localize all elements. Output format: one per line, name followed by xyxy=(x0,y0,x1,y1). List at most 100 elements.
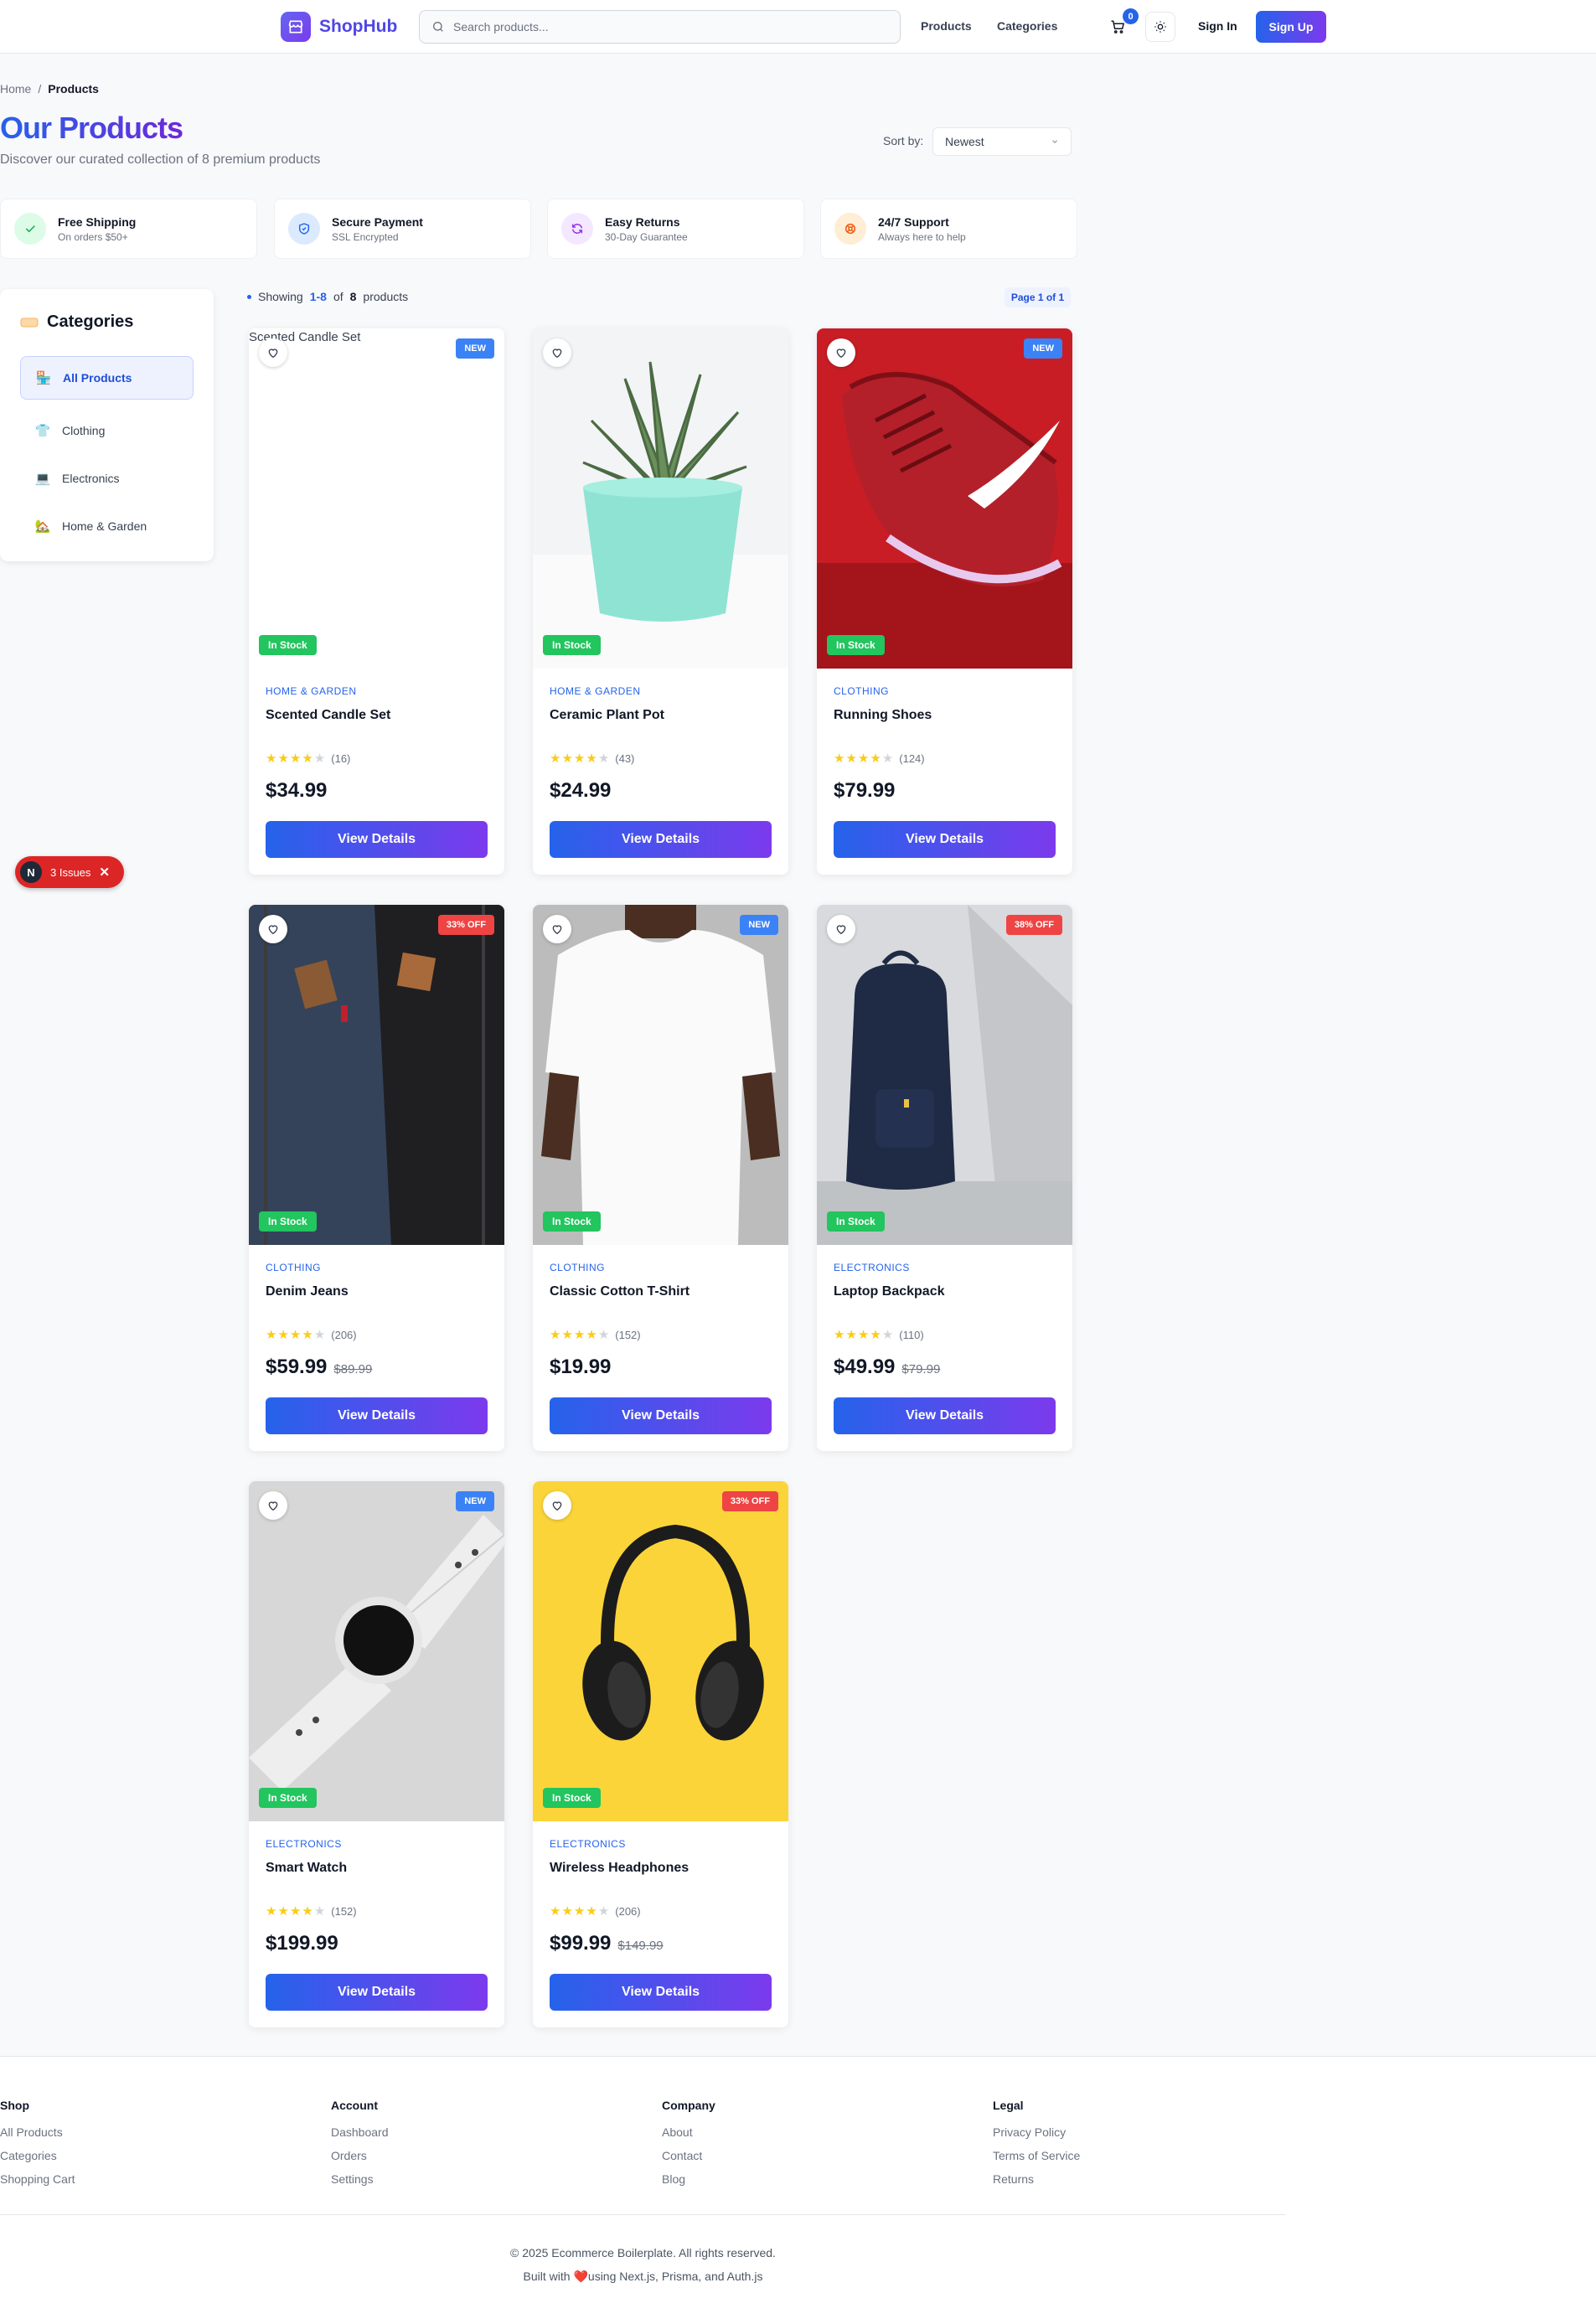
product-card-wireless-headphones[interactable]: 33% OFF In Stock ELECTRONICS Wireless He… xyxy=(533,1481,788,2027)
review-count: (43) xyxy=(615,752,635,765)
brand-logo[interactable]: ShopHub xyxy=(281,12,397,42)
heart-icon xyxy=(268,925,278,935)
footer-link-dashboard[interactable]: Dashboard xyxy=(331,2125,389,2139)
category-item-electronics[interactable]: 💻 Electronics xyxy=(20,457,194,500)
search-bar[interactable] xyxy=(419,10,901,44)
star-icon: ★ xyxy=(881,751,894,766)
product-name[interactable]: Wireless Headphones xyxy=(550,1861,689,1876)
star-icon: ★ xyxy=(561,1328,573,1342)
sign-in-link[interactable]: Sign In xyxy=(1198,19,1237,33)
footer-link-categories[interactable]: Categories xyxy=(0,2149,75,2162)
wishlist-button[interactable] xyxy=(259,338,287,367)
dev-issues-indicator[interactable]: N 3 Issues ✕ xyxy=(15,856,124,888)
view-details-button[interactable]: View Details xyxy=(550,1397,772,1434)
stock-badge: In Stock xyxy=(543,1211,601,1232)
view-details-button[interactable]: View Details xyxy=(550,1974,772,2011)
footer-link-shopping-cart[interactable]: Shopping Cart xyxy=(0,2172,75,2186)
stock-badge: In Stock xyxy=(827,1211,885,1232)
theme-toggle-button[interactable] xyxy=(1145,12,1175,42)
product-image[interactable]: 38% OFF In Stock xyxy=(817,905,1072,1245)
view-details-button[interactable]: View Details xyxy=(834,1397,1056,1434)
breadcrumb-current: Products xyxy=(48,82,99,96)
footer-link-terms-of-service[interactable]: Terms of Service xyxy=(993,2149,1080,2162)
view-details-button[interactable]: View Details xyxy=(550,821,772,858)
shopping-cart-icon xyxy=(1111,20,1125,34)
review-count: (206) xyxy=(615,1905,641,1918)
footer-link-all-products[interactable]: All Products xyxy=(0,2125,75,2139)
product-image[interactable]: NEW In Stock xyxy=(533,905,788,1245)
product-image[interactable]: 33% OFF In Stock xyxy=(249,905,504,1245)
footer-column: Account Dashboard Orders Settings xyxy=(331,2099,389,2196)
nav-categories[interactable]: Categories xyxy=(997,19,1057,33)
star-icon: ★ xyxy=(870,751,881,766)
product-name[interactable]: Classic Cotton T-Shirt xyxy=(550,1284,690,1299)
product-category: HOME & GARDEN xyxy=(550,685,641,697)
wishlist-button[interactable] xyxy=(543,338,571,367)
product-card-running-shoes[interactable]: NEW In Stock CLOTHING Running Shoes ★ ★ ★ ★… xyxy=(817,328,1072,875)
product-tag-badge: NEW xyxy=(1024,338,1062,359)
star-icon: ★ xyxy=(573,751,586,766)
footer-link-privacy-policy[interactable]: Privacy Policy xyxy=(993,2125,1080,2139)
wishlist-button[interactable] xyxy=(259,915,287,943)
footer-link-settings[interactable]: Settings xyxy=(331,2172,389,2186)
product-image[interactable]: 33% OFF In Stock xyxy=(533,1481,788,1821)
product-image[interactable]: NEW In Stock xyxy=(817,328,1072,669)
category-item-home-garden[interactable]: 🏡 Home & Garden xyxy=(20,504,194,548)
stock-badge: In Stock xyxy=(543,635,601,655)
view-details-button[interactable]: View Details xyxy=(266,1974,488,2011)
product-card-smart-watch[interactable]: NEW In Stock ELECTRONICS Smart Watch ★ ★ ★… xyxy=(249,1481,504,2027)
wishlist-button[interactable] xyxy=(827,338,855,367)
product-image[interactable]: In Stock xyxy=(533,328,788,669)
product-name[interactable]: Scented Candle Set xyxy=(266,708,390,723)
breadcrumb-separator: / xyxy=(38,82,42,96)
search-input[interactable] xyxy=(453,20,872,34)
nav-products[interactable]: Products xyxy=(921,19,972,33)
product-image[interactable]: NEW In Stock xyxy=(249,1481,504,1821)
price-row: $19.99 xyxy=(550,1356,611,1379)
rating-stars: ★ ★ ★ ★ ★ (124) xyxy=(834,752,925,765)
product-card-laptop-backpack[interactable]: 38% OFF In Stock ELECTRONICS Laptop Back… xyxy=(817,905,1072,1451)
category-item-all-products[interactable]: 🏪 All Products xyxy=(20,356,194,400)
sort-label: Sort by: xyxy=(883,134,924,147)
category-label: Clothing xyxy=(62,424,106,437)
categories-sidebar: Categories 🏪 All Products 👕 Clothing 💻 E… xyxy=(0,289,214,561)
stock-badge: In Stock xyxy=(543,1788,601,1808)
original-price: $149.99 xyxy=(617,1939,664,1953)
sort-select[interactable]: Newest xyxy=(932,127,1072,156)
product-name[interactable]: Smart Watch xyxy=(266,1861,347,1876)
product-card-ceramic-plant-pot[interactable]: In Stock HOME & GARDEN Ceramic Plant Pot… xyxy=(533,328,788,875)
feature-title: Easy Returns xyxy=(605,214,680,229)
close-icon[interactable]: ✕ xyxy=(99,865,110,880)
tag-icon xyxy=(20,318,39,327)
wishlist-button[interactable] xyxy=(543,1491,571,1520)
footer-link-contact[interactable]: Contact xyxy=(662,2149,715,2162)
wishlist-button[interactable] xyxy=(827,915,855,943)
footer-link-returns[interactable]: Returns xyxy=(993,2172,1080,2186)
wishlist-button[interactable] xyxy=(543,915,571,943)
view-details-button[interactable]: View Details xyxy=(266,1397,488,1434)
cart-button[interactable]: 0 xyxy=(1110,8,1139,38)
product-card-denim-jeans[interactable]: 33% OFF In Stock CLOTHING Denim Jeans ★ ★… xyxy=(249,905,504,1451)
product-image[interactable]: Scented Candle Set NEW In Stock xyxy=(249,328,504,669)
heart-icon xyxy=(836,349,846,359)
footer-link-orders[interactable]: Orders xyxy=(331,2149,389,2162)
sign-up-button[interactable]: Sign Up xyxy=(1256,11,1326,43)
bullet-dot xyxy=(247,294,251,299)
view-details-button[interactable]: View Details xyxy=(834,821,1056,858)
star-icon: ★ xyxy=(870,1328,881,1342)
heart-icon xyxy=(268,1501,278,1511)
product-name[interactable]: Ceramic Plant Pot xyxy=(550,708,664,723)
view-details-button[interactable]: View Details xyxy=(266,821,488,858)
product-card-scented-candle-set[interactable]: Scented Candle Set NEW In Stock HOME & G… xyxy=(249,328,504,875)
category-item-clothing[interactable]: 👕 Clothing xyxy=(20,409,194,452)
price-row: $24.99 xyxy=(550,779,611,803)
wishlist-button[interactable] xyxy=(259,1491,287,1520)
breadcrumb-home[interactable]: Home xyxy=(0,82,31,96)
star-icon: ★ xyxy=(561,751,573,766)
product-name[interactable]: Denim Jeans xyxy=(266,1284,349,1299)
footer-link-about[interactable]: About xyxy=(662,2125,715,2139)
footer-link-blog[interactable]: Blog xyxy=(662,2172,715,2186)
product-name[interactable]: Laptop Backpack xyxy=(834,1284,944,1299)
product-card-classic-cotton-t-shirt[interactable]: NEW In Stock CLOTHING Classic Cotton T-S… xyxy=(533,905,788,1451)
product-name[interactable]: Running Shoes xyxy=(834,708,932,723)
